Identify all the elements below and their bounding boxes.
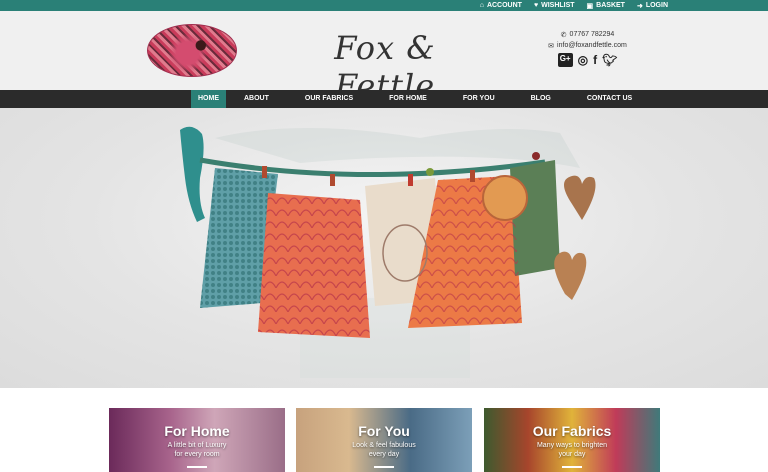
card-title: For You — [358, 423, 410, 439]
card-subtitle: A little bit of Luxury for every room — [109, 441, 285, 459]
login-link[interactable]: ➜ LOGIN — [637, 2, 668, 10]
phone-icon: ✆ — [560, 32, 567, 39]
google-plus-icon[interactable]: G+ — [557, 53, 573, 67]
nav-item-blog[interactable]: BLOG — [513, 90, 569, 108]
card-title: Our Fabrics — [532, 423, 612, 439]
card-title: For Home — [164, 423, 230, 439]
wooden-heart-bottom — [554, 251, 587, 300]
utility-links: ⌂ ACCOUNT ♥ WISHLIST ▣ BASKET ➜ LOGIN — [480, 0, 668, 11]
hero-banner — [0, 108, 768, 388]
facebook-icon[interactable]: f — [593, 53, 597, 67]
wishlist-label: WISHLIST — [541, 2, 575, 9]
basket-link[interactable]: ▣ BASKET — [587, 2, 625, 10]
card-subtitle-line2: for every room — [174, 451, 220, 458]
contact-info: ✆ 07767 782294 ✉ info@foxandfettle.com G… — [540, 31, 635, 67]
nav-item-contact-us[interactable]: CONTACT US — [569, 90, 650, 108]
login-label: LOGIN — [645, 2, 668, 9]
our-fabrics-card[interactable]: Our Fabrics Many ways to brighten your d… — [484, 408, 660, 472]
email-row[interactable]: ✉ info@foxandfettle.com — [540, 42, 635, 50]
instagram-icon[interactable]: ◎ — [578, 53, 588, 67]
nav-item-home[interactable]: HOME — [191, 90, 226, 108]
card-subtitle-line1: Many ways to brighten — [536, 442, 608, 449]
fabric-medallion — [482, 175, 528, 221]
login-icon: ➜ — [636, 2, 643, 10]
main-nav: HOME ABOUT OUR FABRICS FOR HOME FOR YOU … — [0, 90, 768, 108]
account-label: ACCOUNT — [486, 2, 522, 9]
feature-cards: For Home A little bit of Luxury for ever… — [0, 388, 768, 472]
card-subtitle: Many ways to brighten your day — [484, 441, 660, 459]
card-divider — [562, 466, 582, 468]
hero-fabric-illustration — [180, 126, 596, 378]
email-address: info@foxandfettle.com — [557, 42, 627, 49]
card-subtitle-line2: your day — [558, 451, 586, 458]
nav-item-for-you[interactable]: FOR YOU — [445, 90, 513, 108]
card-divider — [374, 466, 394, 468]
wooden-heart-top — [564, 175, 596, 220]
card-subtitle: Look & feel fabulous every day — [296, 441, 472, 459]
for-you-card[interactable]: For You Look & feel fabulous every day — [296, 408, 472, 472]
parrot-figure — [180, 126, 205, 222]
wishlist-link[interactable]: ♥ WISHLIST — [534, 2, 575, 9]
twitter-icon[interactable]: 🐦︎ — [602, 53, 617, 67]
card-divider — [187, 466, 207, 468]
nav-item-about[interactable]: ABOUT — [226, 90, 287, 108]
basket-label: BASKET — [596, 2, 625, 9]
nav-item-our-fabrics[interactable]: OUR FABRICS — [287, 90, 371, 108]
phone-row[interactable]: ✆ 07767 782294 — [540, 31, 635, 39]
card-subtitle-line1: Look & feel fabulous — [352, 442, 416, 449]
site-header: Fox & Fettle ✆ 07767 782294 ✉ info@foxan… — [0, 11, 768, 105]
card-subtitle-line1: A little bit of Luxury — [167, 442, 227, 449]
envelope-icon: ✉ — [548, 43, 555, 50]
heart-icon: ♥ — [533, 2, 539, 9]
basket-icon: ▣ — [586, 2, 594, 10]
phone-number: 07767 782294 — [569, 31, 615, 38]
top-utility-bar: ⌂ ACCOUNT ♥ WISHLIST ▣ BASKET ➜ LOGIN — [0, 0, 768, 11]
social-links: G+ ◎ f 🐦︎ — [540, 53, 635, 67]
account-link[interactable]: ⌂ ACCOUNT — [480, 2, 522, 9]
card-subtitle-line2: every day — [368, 451, 400, 458]
nav-item-for-home[interactable]: FOR HOME — [371, 90, 445, 108]
for-home-card[interactable]: For Home A little bit of Luxury for ever… — [109, 408, 285, 472]
logo-image[interactable] — [147, 24, 237, 77]
home-icon: ⌂ — [479, 2, 484, 9]
